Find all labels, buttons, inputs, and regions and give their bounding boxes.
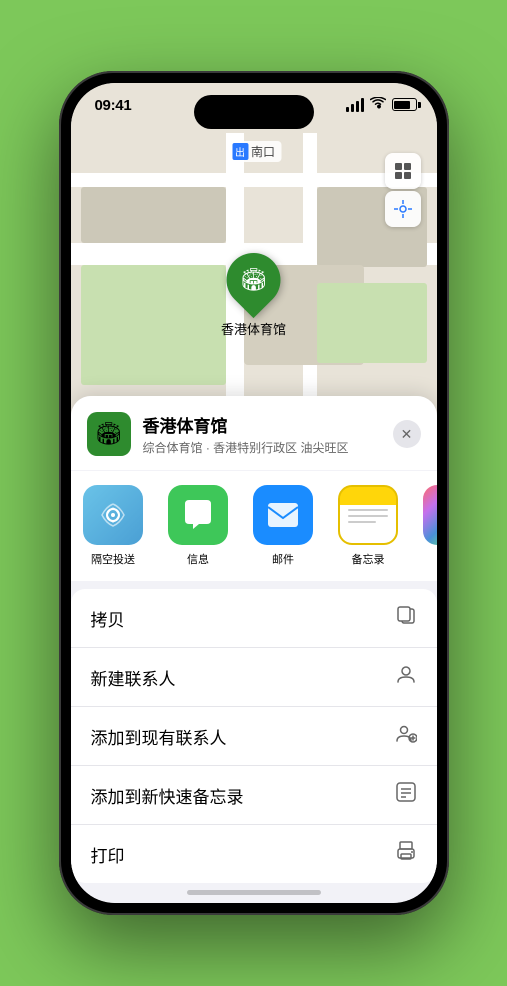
map-label-north: 出 南口 <box>226 141 281 162</box>
copy-icon <box>395 604 417 632</box>
venue-info: 香港体育馆 综合体育馆 · 香港特别行政区 油尖旺区 <box>143 412 381 456</box>
share-item-notes[interactable]: 备忘录 <box>326 485 411 567</box>
more-icon <box>423 485 437 545</box>
status-time: 09:41 <box>95 97 132 114</box>
dynamic-island <box>194 95 314 129</box>
airdrop-label: 隔空投送 <box>91 551 135 567</box>
close-button[interactable]: ✕ <box>393 420 421 448</box>
share-item-airdrop[interactable]: 隔空投送 <box>71 485 156 567</box>
bottom-sheet: 🏟 香港体育馆 综合体育馆 · 香港特别行政区 油尖旺区 ✕ <box>71 396 437 903</box>
action-list: 拷贝 新建联系人 <box>71 589 437 883</box>
location-pin: 🏟 香港体育馆 <box>221 253 286 338</box>
action-add-existing-label: 添加到现有联系人 <box>91 724 227 749</box>
map-location-button[interactable] <box>385 191 421 227</box>
add-existing-icon <box>395 722 417 750</box>
share-row: 隔空投送 信息 <box>71 471 437 581</box>
status-icons <box>346 97 417 112</box>
venue-desc: 综合体育馆 · 香港特别行政区 油尖旺区 <box>143 439 381 456</box>
signal-icon <box>346 98 364 112</box>
pin-body: 🏟 <box>215 242 291 318</box>
notes-label: 备忘录 <box>352 551 385 567</box>
action-add-existing[interactable]: 添加到现有联系人 <box>71 707 437 766</box>
venue-logo: 🏟 <box>87 412 131 456</box>
phone-screen: 09:41 <box>71 83 437 903</box>
action-new-contact[interactable]: 新建联系人 <box>71 648 437 707</box>
home-indicator <box>187 890 321 895</box>
quick-note-icon <box>395 781 417 809</box>
action-quick-note-label: 添加到新快速备忘录 <box>91 783 244 808</box>
print-icon <box>395 840 417 868</box>
map-layers-button[interactable] <box>385 153 421 189</box>
action-print-label: 打印 <box>91 842 125 867</box>
map-badge: 出 <box>232 143 248 160</box>
venue-logo-icon: 🏟 <box>95 421 123 447</box>
action-new-contact-label: 新建联系人 <box>91 665 176 690</box>
notes-icon <box>338 485 398 545</box>
mail-icon <box>253 485 313 545</box>
mail-label: 邮件 <box>272 551 294 567</box>
map-controls <box>385 153 421 227</box>
action-copy[interactable]: 拷贝 <box>71 589 437 648</box>
share-item-messages[interactable]: 信息 <box>156 485 241 567</box>
battery-icon <box>392 98 417 111</box>
venue-name: 香港体育馆 <box>143 412 381 437</box>
share-item-mail[interactable]: 邮件 <box>241 485 326 567</box>
wifi-icon <box>370 97 386 112</box>
action-print[interactable]: 打印 <box>71 825 437 883</box>
messages-icon <box>168 485 228 545</box>
pin-label: 香港体育馆 <box>221 319 286 338</box>
pin-icon: 🏟 <box>240 267 268 293</box>
action-quick-note[interactable]: 添加到新快速备忘录 <box>71 766 437 825</box>
venue-header: 🏟 香港体育馆 综合体育馆 · 香港特别行政区 油尖旺区 ✕ <box>71 396 437 470</box>
new-contact-icon <box>395 663 417 691</box>
messages-label: 信息 <box>187 551 209 567</box>
action-copy-label: 拷贝 <box>91 606 125 631</box>
share-item-more[interactable]: 推 <box>411 485 437 567</box>
phone-frame: 09:41 <box>59 71 449 915</box>
airdrop-icon <box>83 485 143 545</box>
